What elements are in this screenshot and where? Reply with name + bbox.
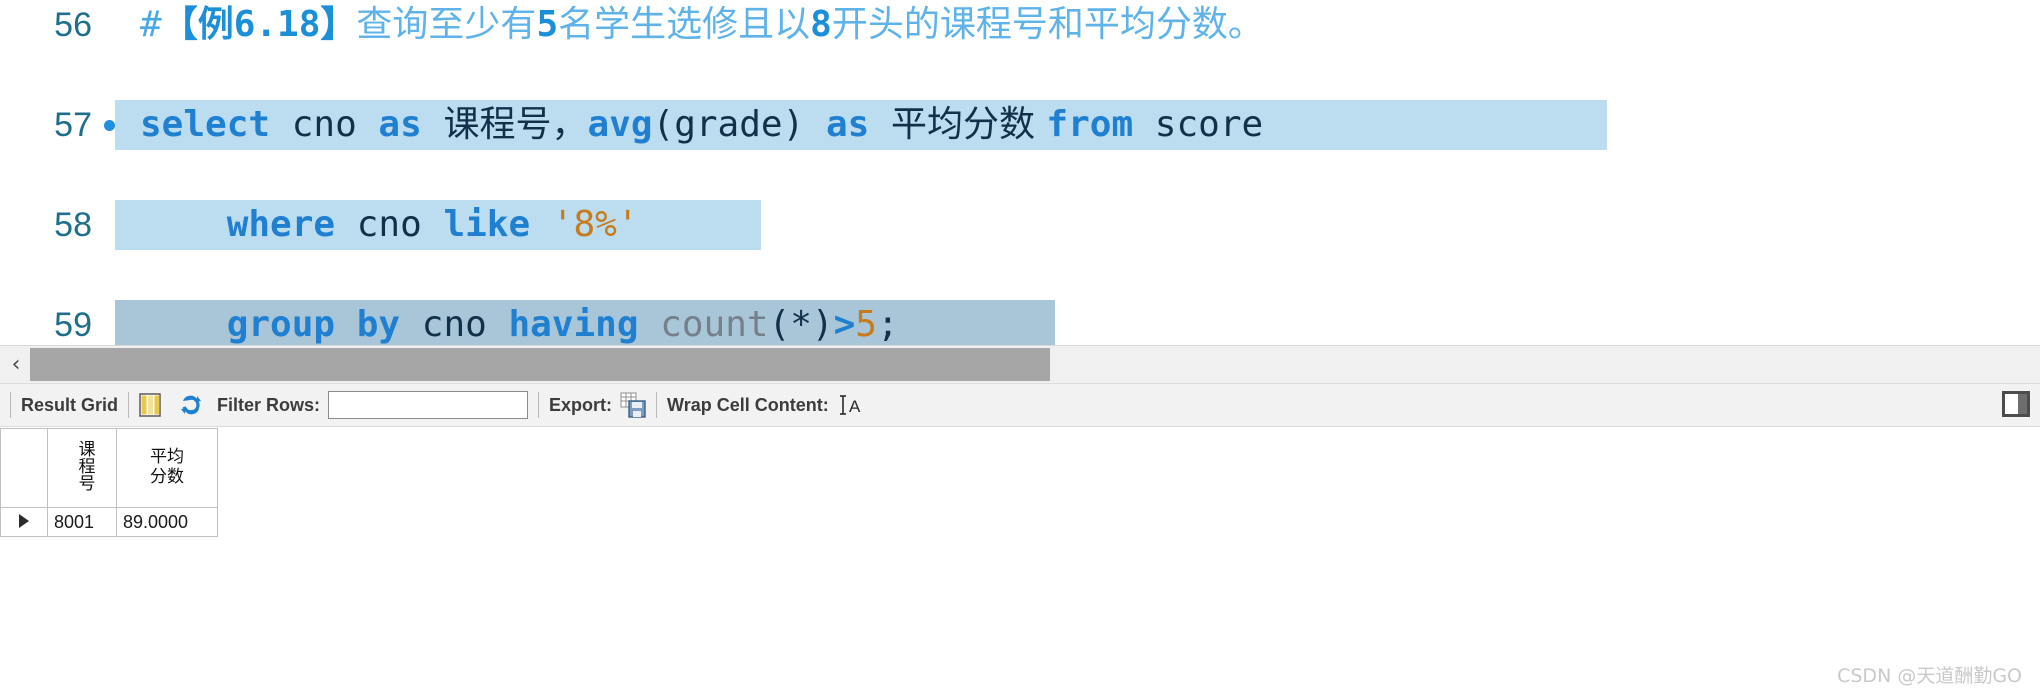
code-line[interactable]: 59 group by cno having count(*)>5; [0, 300, 2040, 345]
sql-keyword-from: from [1046, 104, 1155, 145]
sql-alias-pingjunfenshu: 平均分数 [890, 104, 1047, 145]
table-body: 8001 89.0000 [1, 507, 218, 537]
sql-identifier-cno: cno [421, 304, 509, 345]
editor-horizontal-scrollbar[interactable]: ‹ [0, 345, 2040, 384]
scrollbar-thumb[interactable] [30, 348, 1050, 381]
svg-text:A: A [849, 397, 861, 416]
sql-star-args: (*) [768, 304, 834, 345]
sql-indent [140, 304, 227, 345]
toolbar-divider [128, 392, 130, 418]
column-header-cno-label: 课程号 [74, 440, 95, 491]
comment-text-c: 开头的课程号和平均分数。 [831, 4, 1264, 45]
export-save-icon[interactable] [620, 392, 646, 418]
sql-comma: ， [551, 104, 588, 145]
comment-bracket-open: 【例 [161, 4, 234, 45]
toolbar-divider [10, 392, 11, 418]
sql-keyword-group-by: group by [226, 304, 422, 345]
row-selected-arrow-icon[interactable] [1, 507, 48, 537]
sql-identifier-cno: cno [291, 104, 379, 145]
grid-view-icon[interactable] [139, 393, 161, 417]
refresh-icon[interactable] [179, 393, 203, 417]
sql-string-literal: '8%' [551, 204, 639, 245]
filter-rows-label: Filter Rows: [217, 394, 321, 415]
filter-rows-input[interactable] [328, 391, 529, 419]
line-number-gutter: 57 [0, 100, 92, 150]
code-line-text: where cno like '8%' [140, 200, 639, 250]
sql-keyword-select: select [140, 104, 292, 145]
column-header-avg-line2: 分数 [150, 467, 184, 487]
table-header: 课程号 平均 分数 [1, 429, 218, 508]
table-row[interactable]: 8001 89.0000 [1, 507, 218, 537]
sql-number-5: 5 [855, 304, 877, 345]
code-line[interactable]: 58 where cno like '8%' [0, 200, 2040, 250]
toggle-side-panel-icon[interactable] [2002, 391, 2030, 417]
sql-keyword-where: where [226, 204, 357, 245]
comment-number-8: 8 [810, 4, 832, 45]
sql-paren-close: ) [782, 104, 826, 145]
code-line-text: #【例6.18】查询至少有5名学生选修且以8开头的课程号和平均分数。 [140, 0, 1264, 50]
sql-indent [140, 204, 227, 245]
scroll-left-arrow-icon[interactable]: ‹ [4, 350, 28, 380]
line-number-gutter: 56 [0, 0, 92, 50]
sql-function-count: count [660, 304, 769, 345]
sql-function-avg: avg [587, 104, 653, 145]
toolbar-divider [538, 392, 540, 418]
export-label: Export: [549, 394, 613, 415]
watermark: CSDN @天道酬勤GO [1837, 665, 2022, 687]
sql-paren-open: ( [652, 104, 675, 145]
wrap-text-icon[interactable]: A [839, 394, 863, 416]
code-line[interactable]: 56 #【例6.18】查询至少有5名学生选修且以8开头的课程号和平均分数。 [0, 0, 2040, 50]
result-grid-title: Result Grid [21, 394, 119, 415]
sql-identifier-cno: cno [356, 204, 444, 245]
cell-avg[interactable]: 89.0000 [116, 507, 218, 537]
statement-marker-icon [104, 120, 115, 131]
code-line-text: select cno as 课程号，avg(grade) as 平均分数 fro… [140, 100, 1263, 150]
column-header-avg-line1: 平均 [150, 447, 184, 468]
sql-keyword-as-2: as [825, 104, 891, 145]
code-line-text: group by cno having count(*)>5; [140, 300, 899, 345]
sql-identifier-grade: grade [674, 104, 783, 145]
result-table: 课程号 平均 分数 8001 89.0000 [1, 429, 218, 537]
comment-number-5: 5 [536, 4, 559, 45]
sql-keyword-like: like [443, 204, 552, 245]
sql-table-score: score [1154, 104, 1264, 145]
result-grid-toolbar: Result Grid Filter Rows: Export: Wrap Ce… [0, 383, 2040, 427]
line-number-gutter: 58 [0, 200, 92, 250]
toolbar-divider [656, 392, 658, 418]
sql-alias-kechenghao: 课程号 [443, 104, 552, 145]
result-grid[interactable]: 课程号 平均 分数 8001 89.0000 [0, 428, 218, 537]
column-header-avg[interactable]: 平均 分数 [116, 429, 218, 508]
line-number-gutter: 59 [0, 300, 92, 345]
sql-semicolon: ; [876, 304, 899, 345]
sql-operator-gt: > [833, 304, 856, 345]
row-header-corner[interactable] [1, 429, 48, 508]
table-header-row: 课程号 平均 分数 [1, 429, 218, 508]
column-header-avg-label: 平均 分数 [117, 448, 217, 487]
sql-keyword-having: having [508, 304, 661, 345]
comment-hash: # [140, 4, 162, 45]
sql-keyword-as: as [378, 104, 444, 145]
comment-text-a: 查询至少有 [356, 4, 537, 45]
wrap-cell-content-label: Wrap Cell Content: [667, 394, 829, 415]
cell-cno[interactable]: 8001 [47, 507, 117, 537]
column-header-cno[interactable]: 课程号 [47, 429, 117, 508]
comment-example-number: 6.18 [233, 4, 321, 45]
sql-editor[interactable]: 56 #【例6.18】查询至少有5名学生选修且以8开头的课程号和平均分数。 57… [0, 0, 2040, 345]
comment-bracket-close: 】 [320, 4, 357, 45]
code-line[interactable]: 57 select cno as 课程号，avg(grade) as 平均分数 … [0, 100, 2040, 150]
comment-text-b: 名学生选修且以 [558, 4, 811, 45]
